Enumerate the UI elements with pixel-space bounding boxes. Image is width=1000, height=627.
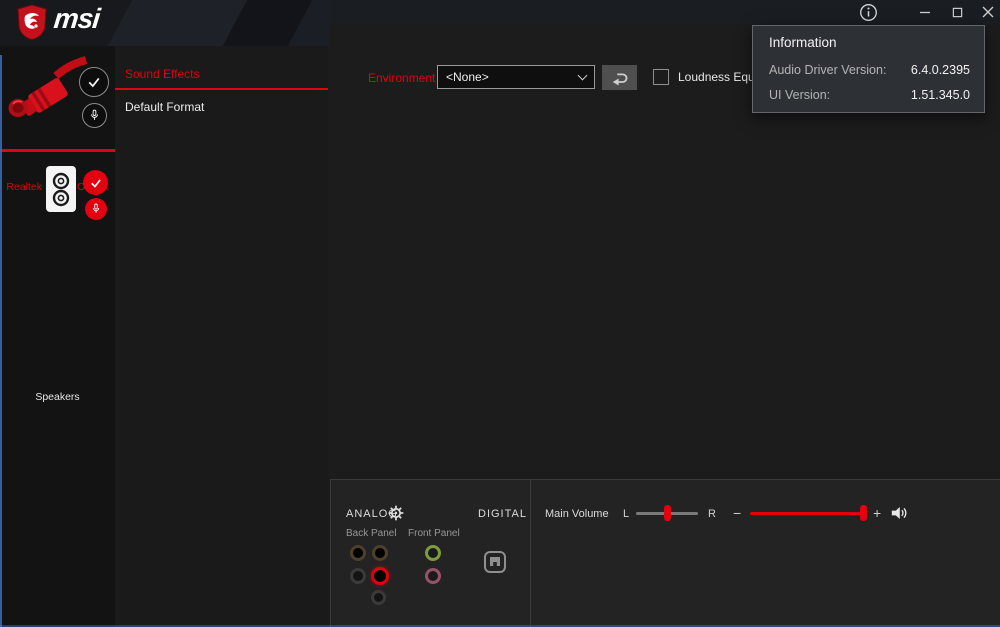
jack-back-active[interactable]: [371, 567, 389, 585]
digital-label: DIGITAL: [478, 508, 527, 520]
audio-driver-version-value: 6.4.0.2395: [910, 63, 970, 77]
back-panel-label: Back Panel: [346, 528, 397, 539]
balance-slider[interactable]: [636, 505, 698, 521]
balance-thumb[interactable]: [664, 505, 671, 521]
loudness-equalization-checkbox[interactable]: [653, 69, 669, 85]
connector-settings-gear-icon[interactable]: [388, 505, 404, 526]
check-icon: [90, 178, 101, 188]
balance-right-label: R: [708, 508, 716, 520]
tab-sound-effects[interactable]: Sound Effects: [125, 67, 315, 81]
jack-front-green[interactable]: [425, 545, 441, 561]
logo-band: msi: [0, 0, 330, 46]
msi-wordmark: msi: [52, 3, 101, 34]
speaker-volume-icon[interactable]: [890, 505, 908, 526]
information-popup: Information Audio Driver Version: 6.4.0.…: [752, 25, 985, 113]
device-selected-underline: [0, 149, 115, 152]
environment-label: Environment: [368, 71, 436, 85]
environment-reset-button[interactable]: [602, 65, 637, 90]
realtek-audio-console-window: msi Realtek Speakers Sound Effects Defau…: [0, 0, 1000, 627]
popup-title: Information: [769, 35, 837, 50]
main-volume-label: Main Volume: [545, 508, 609, 520]
volume-thumb[interactable]: [859, 505, 867, 521]
background-window-edge: [0, 55, 2, 627]
secondary-nav-column: [115, 24, 328, 627]
jack-front-pink[interactable]: [425, 568, 441, 584]
device-label: Speakers: [35, 391, 80, 403]
jack-back-4[interactable]: [371, 590, 386, 605]
device-mic-badge[interactable]: [85, 198, 107, 220]
chevron-down-icon: [577, 70, 588, 80]
tab-default-format[interactable]: Default Format: [125, 100, 315, 114]
microphone-icon: [92, 203, 100, 213]
optical-connector-illustration: [8, 56, 88, 117]
reset-icon: [612, 72, 627, 85]
check-icon: [88, 77, 100, 88]
device-realtek-digital-output[interactable]: Realtek Digital Output: [0, 50, 115, 193]
device-speakers[interactable]: Speakers: [0, 160, 115, 403]
volume-plus-button[interactable]: +: [873, 505, 881, 521]
balance-left-label: L: [623, 508, 630, 520]
environment-value: <None>: [446, 70, 489, 84]
panel-divider: [530, 479, 531, 627]
microphone-icon: [91, 109, 98, 120]
ui-version-label: UI Version:: [769, 88, 831, 102]
active-tab-underline: [115, 88, 328, 90]
volume-minus-button[interactable]: −: [733, 505, 741, 521]
maximize-icon[interactable]: [942, 0, 972, 24]
optical-port-icon[interactable]: [483, 550, 507, 579]
jack-back-1[interactable]: [350, 545, 366, 561]
environment-dropdown[interactable]: <None>: [437, 65, 595, 89]
audio-driver-version-label: Audio Driver Version:: [769, 63, 887, 77]
ui-version-value: 1.51.345.0: [910, 88, 970, 102]
jack-back-2[interactable]: [372, 545, 388, 561]
msi-shield-logo: [17, 4, 47, 40]
speaker-icon: [46, 166, 76, 212]
close-icon[interactable]: [973, 0, 1000, 24]
volume-fill: [750, 512, 863, 515]
front-panel-label: Front Panel: [408, 528, 460, 539]
device-selected-badge: [83, 170, 108, 195]
info-icon[interactable]: [853, 0, 883, 24]
device-selected-badge: [79, 67, 109, 97]
minimize-icon[interactable]: [910, 0, 940, 24]
main-volume-slider[interactable]: [750, 505, 867, 521]
device-mic-badge[interactable]: [82, 103, 107, 128]
jack-back-3[interactable]: [350, 568, 366, 584]
